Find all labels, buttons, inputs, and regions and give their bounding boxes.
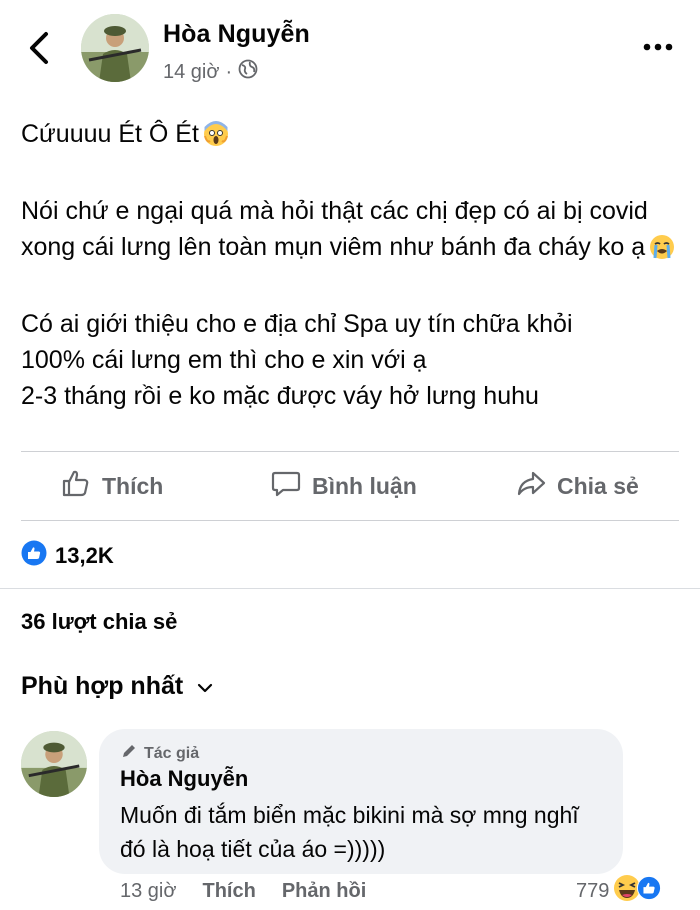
back-arrow-icon[interactable] [24,30,54,66]
reaction-count: 13,2K [55,543,114,568]
reaction-summary[interactable]: 13,2K [21,540,114,572]
chevron-down-icon [197,672,213,701]
like-label: Thích [102,472,164,499]
comment-author-name[interactable]: Hòa Nguyễn [120,766,248,792]
author-badge-label: Tác giả [144,744,200,762]
post-line: Cứuuuu Ét Ô Ét [21,116,681,157]
comment-button[interactable]: Bình luận [270,452,417,520]
post-line: Có ai giới thiệu cho e địa chỉ Spa uy tí… [21,310,573,338]
comment-label: Bình luận [312,472,417,499]
share-count[interactable]: 36 lượt chia sẻ [21,609,177,635]
comment-reaction-count: 779 [576,879,610,902]
post-time[interactable]: 14 giờ [163,61,219,84]
comment-like-button[interactable]: Thích [202,880,255,903]
post-line: 2-3 tháng rồi e ko mặc được váy hở lưng … [21,382,539,410]
scream-emoji-icon [203,121,229,157]
comment-reactions[interactable]: 779 [576,874,662,908]
share-arrow-icon [515,467,547,505]
like-reaction-icon [21,540,47,572]
post-author-name[interactable]: Hòa Nguyễn [163,20,310,49]
post-action-bar: Thích Bình luận Chia sẻ [0,452,700,520]
more-icon[interactable] [642,40,674,54]
author-badge: Tác giả [120,742,199,765]
post-paragraph: Nói chứ e ngại quá mà hỏi thật các chị đ… [21,193,681,270]
avatar[interactable] [81,14,149,82]
share-label: Chia sẻ [557,472,639,499]
like-reaction-icon [637,876,662,906]
globe-icon [238,59,258,85]
share-button[interactable]: Chia sẻ [515,452,639,520]
sort-label: Phù hợp nhất [21,672,184,700]
like-button[interactable]: Thích [60,452,163,520]
thumbs-up-icon [60,467,92,505]
divider [21,520,679,521]
post-paragraph-text: Nói chứ e ngại quá mà hỏi thật các chị đ… [21,197,648,261]
post-body: Cứuuuu Ét Ô Ét Nói chứ e ngại quá mà hỏi… [21,116,681,414]
crying-emoji-icon [649,234,675,270]
post-heading-text: Cứuuuu Ét Ô Ét [21,120,199,148]
avatar[interactable] [21,731,87,797]
comment-reply-button[interactable]: Phản hồi [282,880,366,903]
post-meta: 14 giờ · [163,59,258,85]
comment-sort-dropdown[interactable]: Phù hợp nhất [21,672,213,701]
comment-bubble-icon [270,467,302,505]
post-line: 100% cái lưng em thì cho e xin với ạ [21,346,427,374]
comment-text: Muốn đi tắm biển mặc bikini mà sợ mng ng… [120,802,579,862]
meta-separator: · [225,60,233,83]
section-divider [0,588,700,589]
comment-footer: 13 giờ Thích Phản hồi [120,880,366,903]
pencil-icon [120,742,138,765]
comment-time[interactable]: 13 giờ [120,880,176,903]
